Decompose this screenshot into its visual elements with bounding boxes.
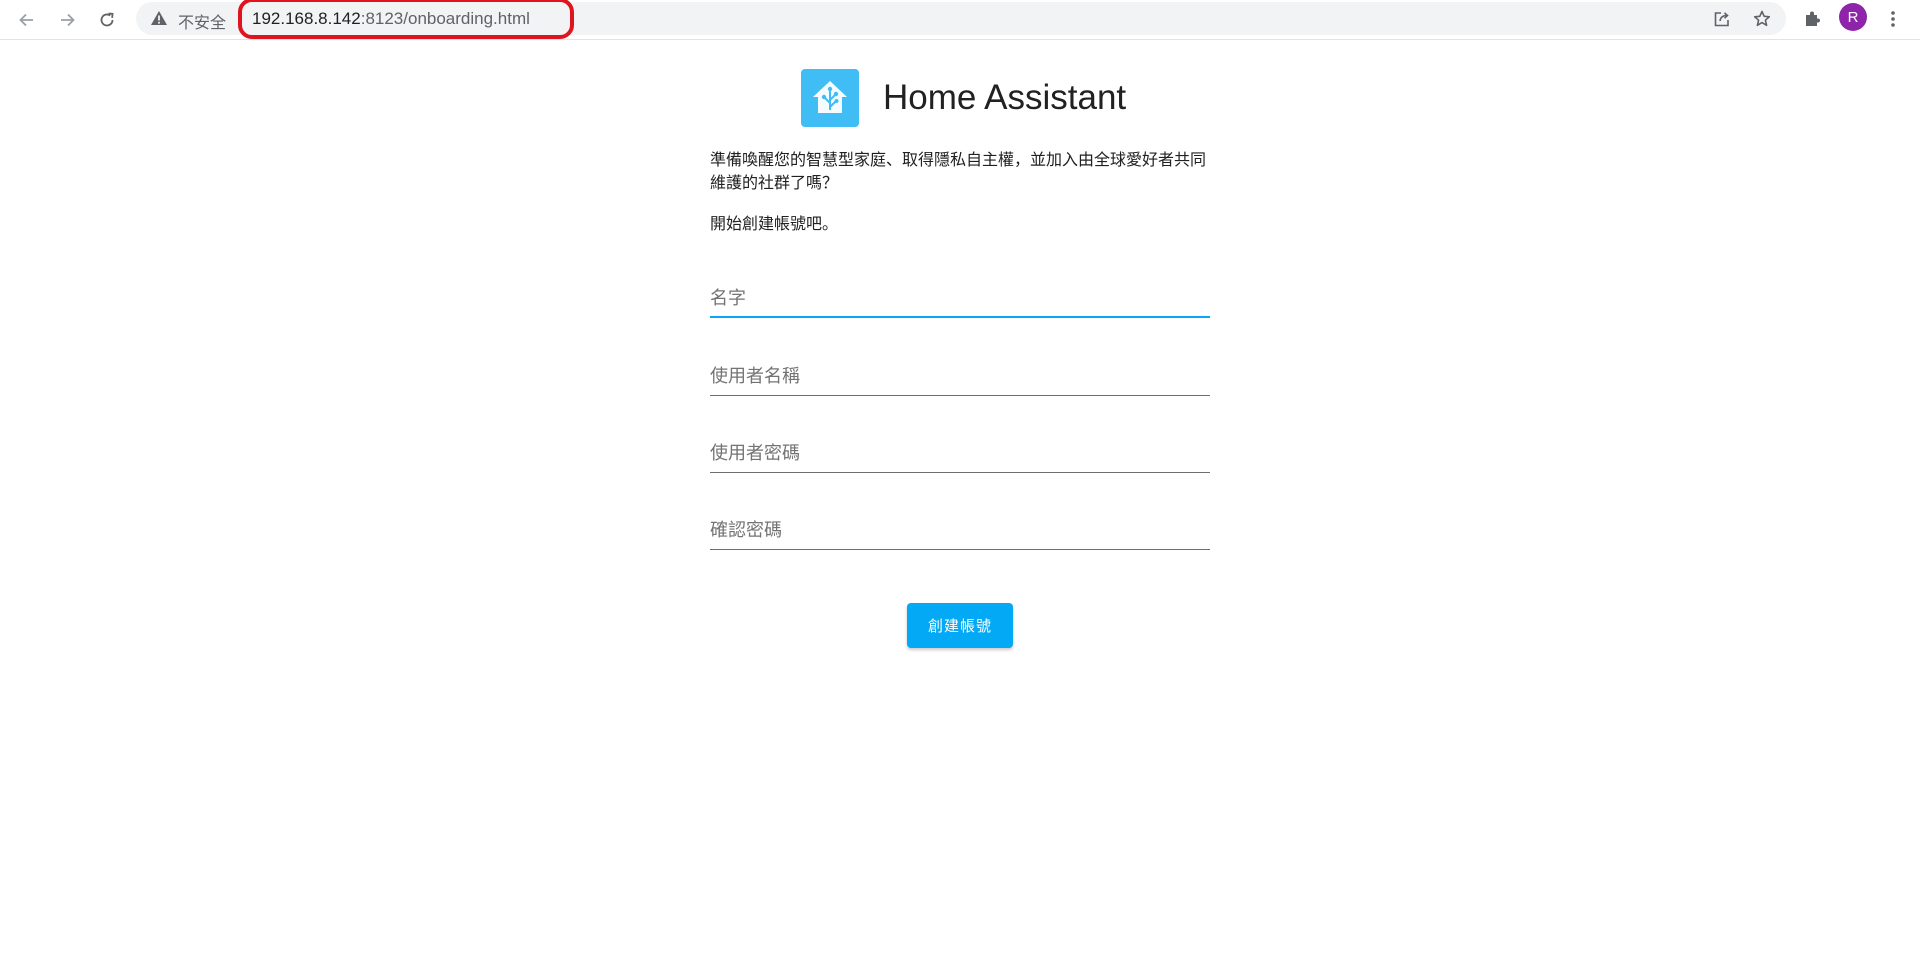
warning-triangle-icon: [150, 10, 168, 30]
intro-text-create-account: 開始創建帳號吧。: [710, 214, 839, 233]
url-path: :8123/onboarding.html: [360, 9, 530, 28]
arrow-right-icon: [61, 13, 75, 27]
password-input[interactable]: [710, 431, 1210, 473]
name-input[interactable]: [710, 276, 1210, 318]
onboarding-header: Home Assistant: [801, 68, 1126, 128]
profile-avatar[interactable]: R: [1839, 3, 1867, 31]
confirm-password-input[interactable]: [710, 508, 1210, 550]
intro-text: 準備喚醒您的智慧型家庭、取得隱私自主權，並加入由全球愛好者共同維護的社群了嗎？: [710, 150, 1207, 192]
arrow-left-icon: [19, 13, 33, 27]
security-label[interactable]: 不安全: [178, 9, 226, 33]
username-field: [710, 354, 1210, 398]
address-bar[interactable]: 不安全 192.168.8.142:8123/onboarding.html: [136, 0, 1786, 39]
password-field: [710, 431, 1210, 475]
url-text[interactable]: 192.168.8.142:8123/onboarding.html: [252, 9, 530, 29]
back-button[interactable]: [11, 4, 43, 36]
reload-button[interactable]: [91, 4, 123, 36]
forward-button[interactable]: [51, 4, 83, 36]
kebab-menu-icon[interactable]: [1879, 5, 1907, 33]
create-account-button[interactable]: 創建帳號: [907, 603, 1013, 648]
confirm-password-field: [710, 508, 1210, 552]
star-icon[interactable]: [1750, 7, 1774, 31]
app-title: Home Assistant: [883, 78, 1127, 117]
username-input[interactable]: [710, 354, 1210, 396]
name-field: [710, 276, 1210, 320]
share-icon[interactable]: [1710, 7, 1734, 31]
reload-icon: [100, 12, 114, 27]
puzzle-icon[interactable]: [1798, 5, 1826, 33]
url-host: 192.168.8.142: [252, 9, 361, 28]
browser-toolbar: 不安全 192.168.8.142:8123/onboarding.html R: [0, 0, 1920, 40]
home-assistant-logo-icon: [801, 69, 859, 127]
